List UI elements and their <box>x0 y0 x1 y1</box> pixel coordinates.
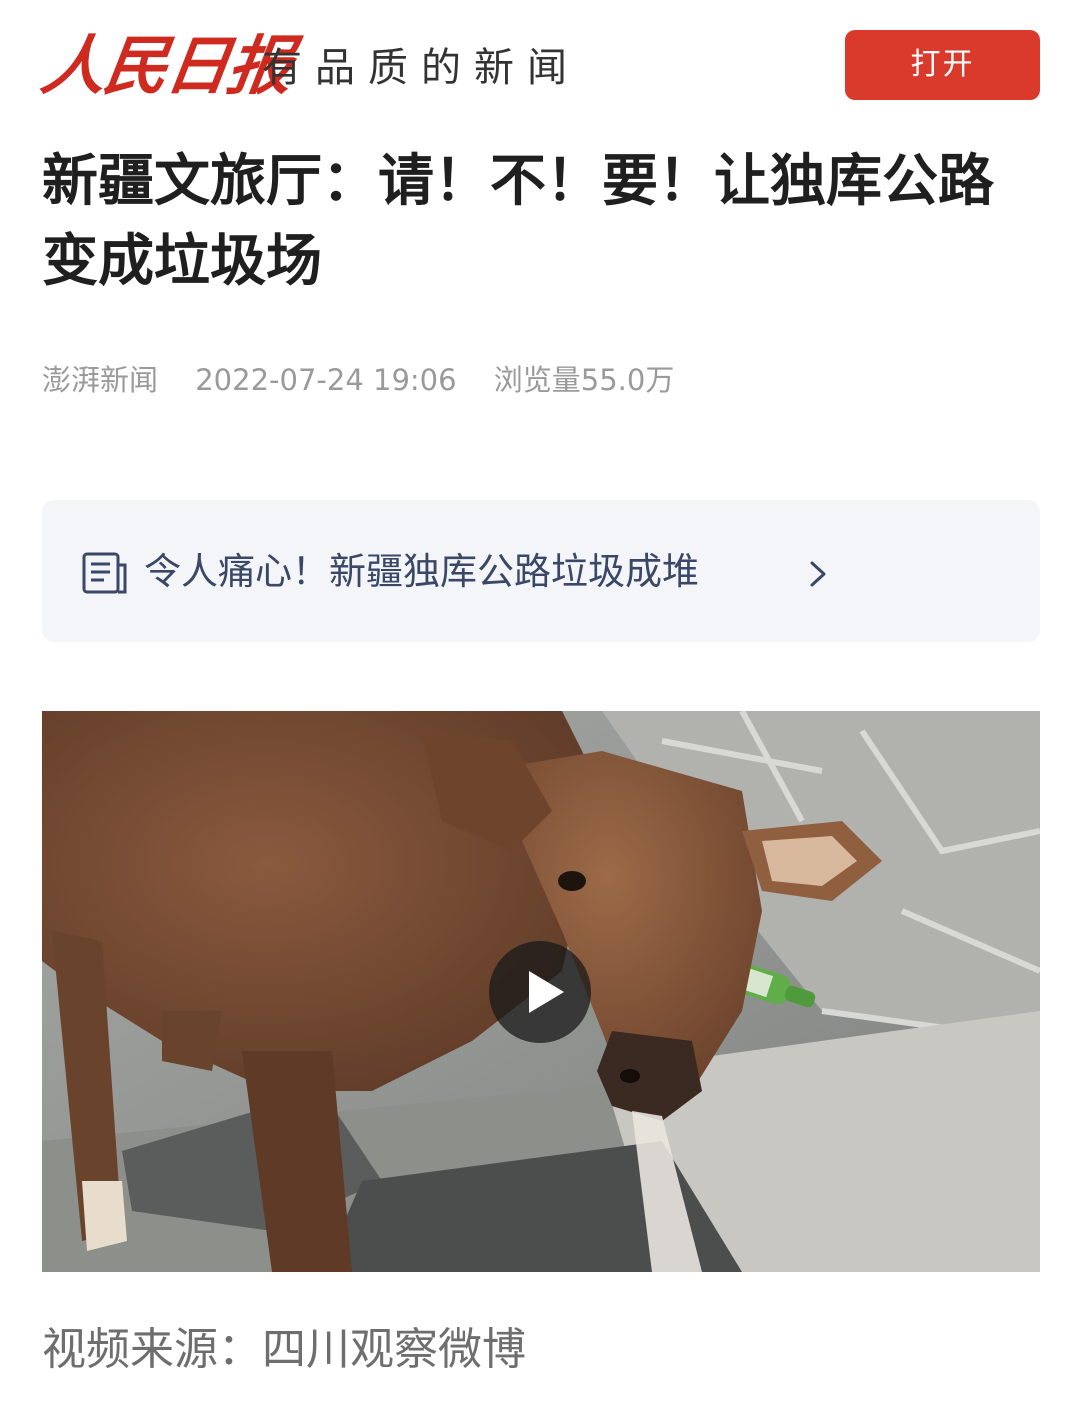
play-icon <box>529 971 564 1013</box>
video-player[interactable] <box>42 711 1040 1272</box>
article-datetime: 2022-07-24 19:06 <box>195 363 457 397</box>
article-title: 新疆文旅厅：请！不！要！让独库公路变成垃圾场 <box>42 149 994 294</box>
related-article-text: 令人痛心！新疆独库公路垃圾成堆 <box>144 550 699 593</box>
article-meta: 澎湃新闻 2022-07-24 19:06 浏览量55.0万 <box>42 358 702 402</box>
open-app-button[interactable]: 打开 <box>845 30 1040 100</box>
app-header: 人民日报 有品质的新闻 打开 <box>0 0 1080 130</box>
header-slogan: 有品质的新闻 <box>262 45 580 91</box>
play-button[interactable] <box>489 941 591 1043</box>
article-page: 人民日报 有品质的新闻 打开 新疆文旅厅：请！不！要！让独库公路变成垃圾场 澎湃… <box>0 0 1080 1405</box>
article-source: 澎湃新闻 <box>42 363 159 397</box>
document-icon <box>82 552 127 594</box>
related-article-link[interactable]: 令人痛心！新疆独库公路垃圾成堆 <box>42 500 1040 642</box>
chevron-right-icon <box>810 561 826 587</box>
people-daily-logo[interactable]: 人民日报 <box>36 22 297 112</box>
video-source-caption: 视频来源：四川观察微博 <box>42 1324 526 1375</box>
article-views: 浏览量55.0万 <box>493 363 675 397</box>
